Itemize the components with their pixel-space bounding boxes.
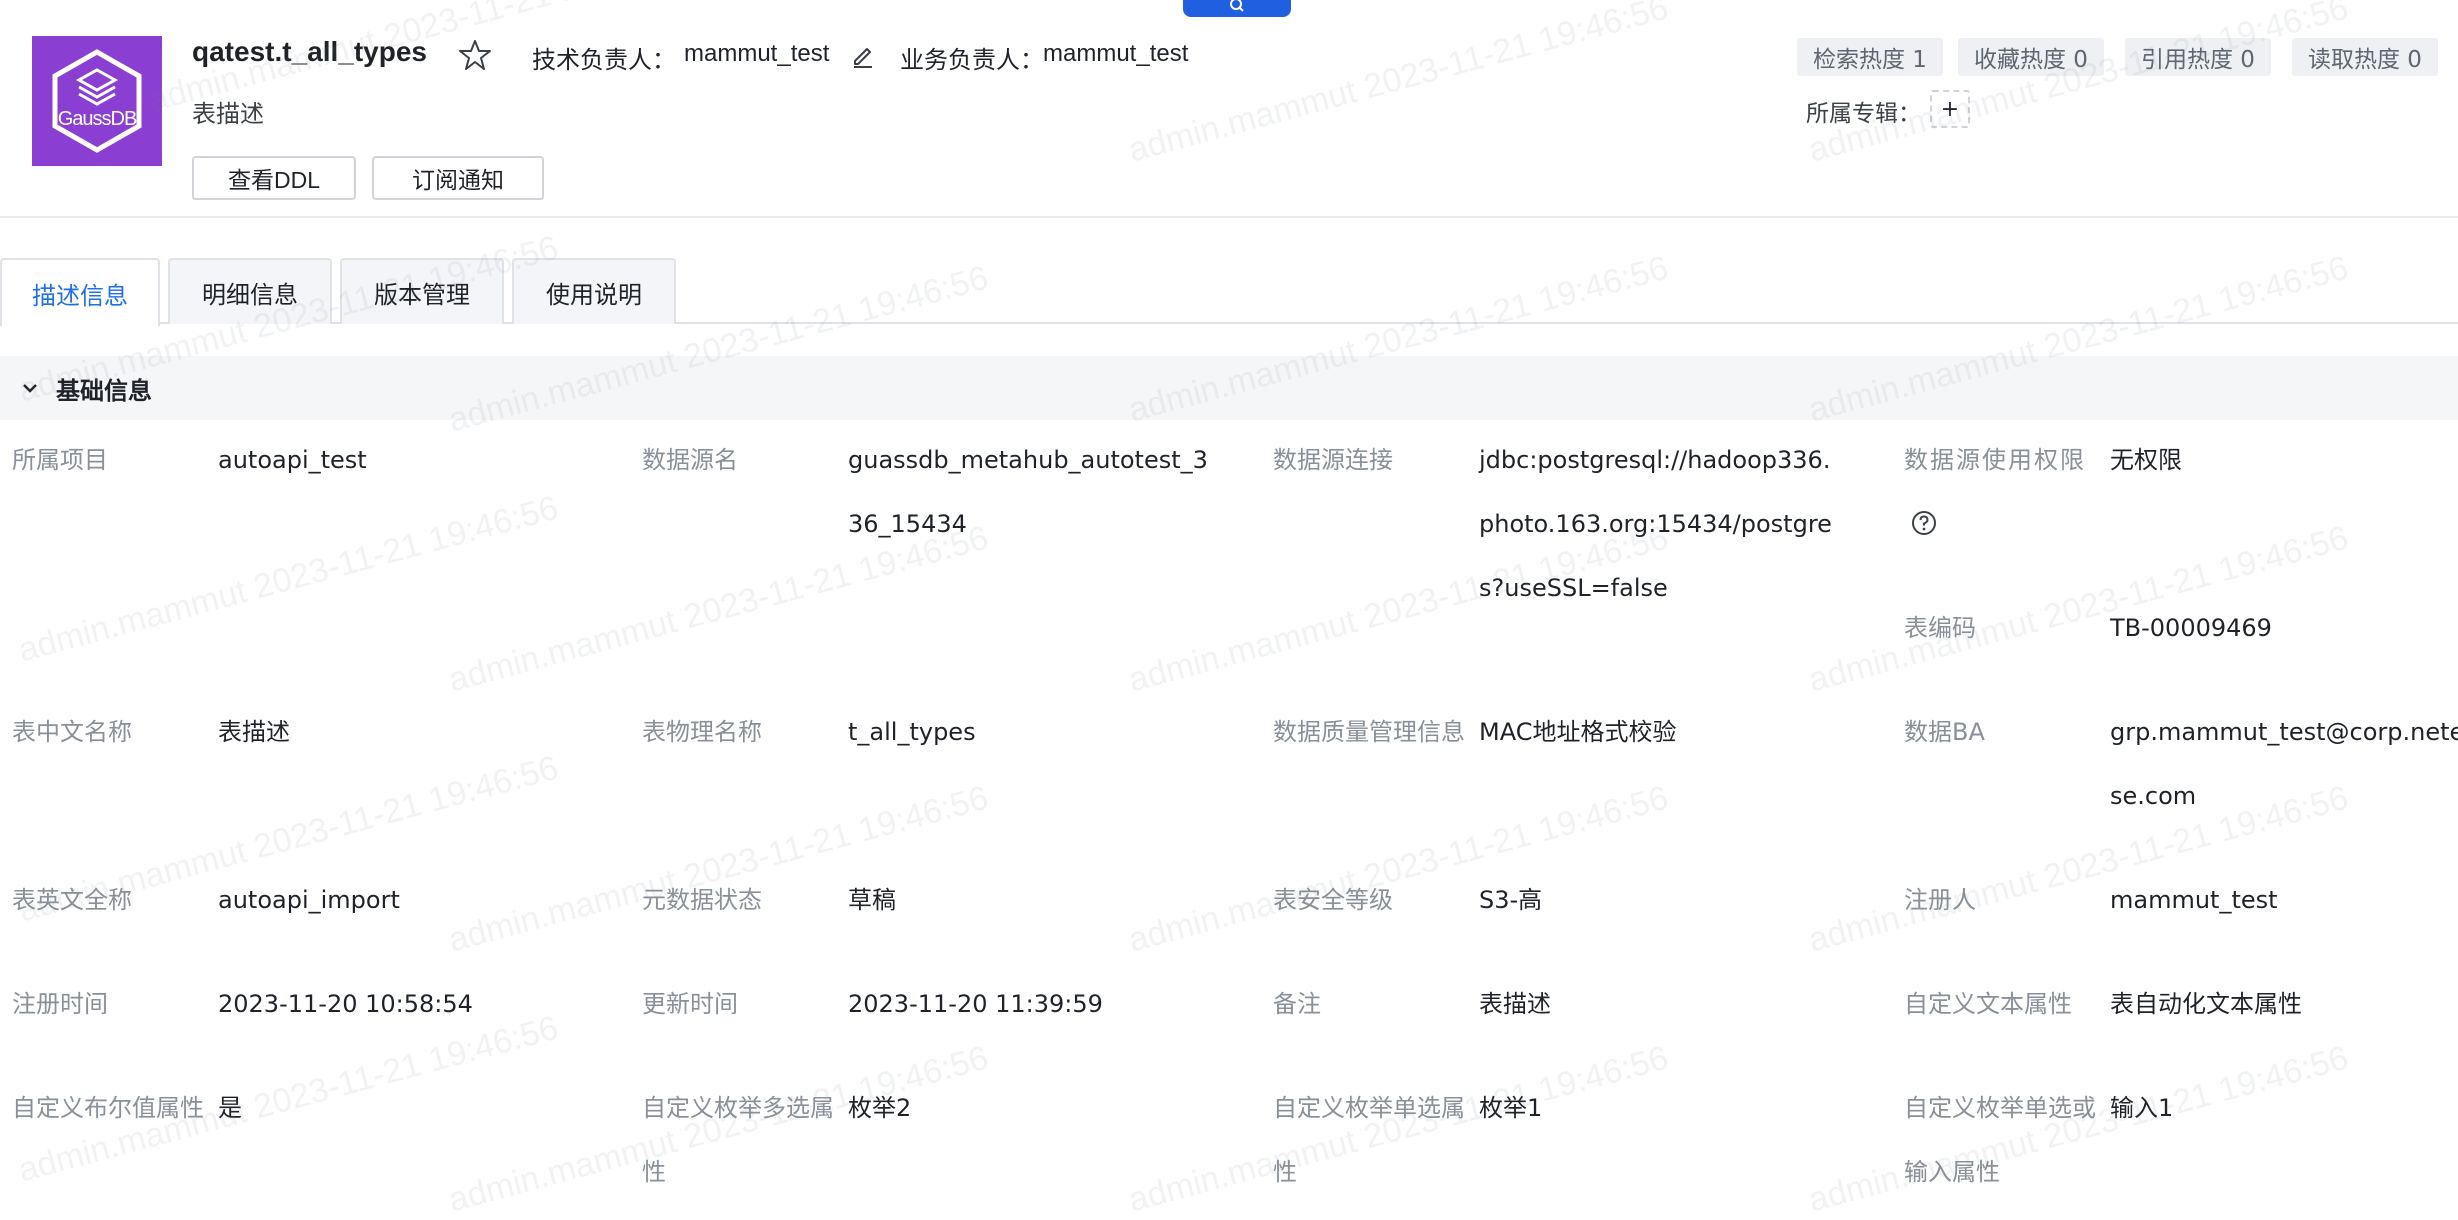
field-label: 注册时间: [12, 990, 108, 1018]
field-value: t_all_types: [848, 718, 976, 746]
edit-icon[interactable]: [850, 42, 876, 68]
field-label: 表英文全称: [12, 886, 132, 914]
field-value: photo.163.org:15434/postgre: [1479, 510, 1832, 538]
field-value: s?useSSL=false: [1479, 574, 1668, 602]
section-title: 基础信息: [56, 376, 152, 405]
field-value: autoapi_test: [218, 446, 367, 474]
biz-owner-label: 业务负责人：: [900, 47, 1044, 74]
table-title: qatest.t_all_types: [192, 36, 427, 67]
tab-description[interactable]: 描述信息: [0, 258, 160, 326]
field-label: 数据质量管理信息: [1273, 718, 1465, 746]
field-label: 自定义枚举单选属: [1273, 1094, 1465, 1122]
field-value: 2023-11-20 10:58:54: [218, 990, 473, 1018]
field-value: 是: [218, 1094, 242, 1122]
field-label: 自定义枚举单选或: [1904, 1094, 2096, 1122]
field-value: guassdb_metahub_autotest_3: [848, 446, 1208, 474]
field-label: 自定义文本属性: [1904, 990, 2072, 1018]
tab-details[interactable]: 明细信息: [168, 258, 332, 324]
field-value: 草稿: [848, 886, 896, 914]
field-value: autoapi_import: [218, 886, 400, 914]
album-add-button[interactable]: +: [1930, 90, 1970, 128]
favorite-heat-badge: 收藏热度 0: [1958, 38, 2104, 76]
basic-info-section-header[interactable]: 基础信息: [0, 356, 2458, 420]
hexagon-logo-icon: [52, 49, 142, 153]
subscribe-button[interactable]: 订阅通知: [372, 156, 544, 200]
search-heat-badge: 检索热度 1: [1797, 38, 1943, 76]
table-description: 表描述: [192, 100, 264, 128]
field-value: mammut_test: [2110, 886, 2278, 914]
field-value: 表描述: [1479, 990, 1551, 1018]
read-heat-badge: 读取热度 0: [2292, 38, 2438, 76]
tech-owner-label: 技术负责人：: [532, 47, 676, 74]
field-label: 表中文名称: [12, 718, 132, 746]
reference-heat-badge: 引用热度 0: [2125, 38, 2271, 76]
field-label: 数据BA: [1904, 718, 1985, 746]
field-label: 元数据状态: [642, 886, 762, 914]
field-label: 自定义枚举多选属: [642, 1094, 834, 1122]
tab-versions[interactable]: 版本管理: [340, 258, 504, 324]
chevron-down-icon: [23, 384, 37, 393]
field-value: S3-高: [1479, 886, 1543, 914]
view-ddl-button[interactable]: 查看DDL: [192, 156, 356, 200]
field-value: 表自动化文本属性: [2110, 990, 2302, 1018]
field-label: 数据源使用权限: [1904, 446, 2086, 474]
field-label: 所属项目: [12, 446, 108, 474]
tech-owner-value: mammut_test: [684, 40, 830, 67]
field-label: 自定义布尔值属性: [12, 1094, 204, 1122]
watermark: admin.mammut 2023-11-21 19:46:56: [1124, 778, 1673, 960]
gaussdb-logo: GaussDB: [32, 36, 162, 166]
field-label: 数据源名: [642, 446, 738, 474]
field-label: 性: [1273, 1158, 1297, 1186]
field-value: jdbc:postgresql://hadoop336.: [1479, 446, 1831, 474]
field-value: 枚举2: [848, 1094, 912, 1122]
field-value: grp.mammut_test@corp.netea: [2110, 718, 2458, 746]
field-label: 备注: [1273, 990, 1321, 1018]
field-value: 36_15434: [848, 510, 967, 538]
field-value: 输入1: [2110, 1094, 2174, 1122]
field-label: 表物理名称: [642, 718, 762, 746]
field-value: MAC地址格式校验: [1479, 718, 1677, 746]
help-icon[interactable]: [1911, 510, 1937, 536]
field-value: 枚举1: [1479, 1094, 1543, 1122]
field-value: TB-00009469: [2110, 614, 2272, 642]
field-label: 数据源连接: [1273, 446, 1393, 474]
watermark: admin.mammut 2023-11-21 19:46:56: [14, 488, 563, 670]
field-label: 表安全等级: [1273, 886, 1393, 914]
field-label: 更新时间: [642, 990, 738, 1018]
field-value: 无权限: [2110, 446, 2182, 474]
field-label: 表编码: [1904, 614, 1976, 642]
biz-owner-value: mammut_test: [1043, 40, 1189, 67]
field-value: 2023-11-20 11:39:59: [848, 990, 1103, 1018]
table-header: GaussDB qatest.t_all_types 技术负责人： mammut…: [0, 0, 2458, 218]
field-value: 表描述: [218, 718, 290, 746]
star-icon[interactable]: [458, 38, 492, 72]
tab-bar: 描述信息 明细信息 版本管理 使用说明: [0, 258, 2458, 326]
field-label: 注册人: [1904, 886, 1976, 914]
logo-text: GaussDB: [57, 108, 138, 130]
field-label: 输入属性: [1904, 1158, 2000, 1186]
album-label: 所属专辑：: [1806, 101, 1921, 127]
field-label: 性: [642, 1158, 666, 1186]
field-value: se.com: [2110, 782, 2197, 810]
tab-usage[interactable]: 使用说明: [512, 258, 676, 324]
